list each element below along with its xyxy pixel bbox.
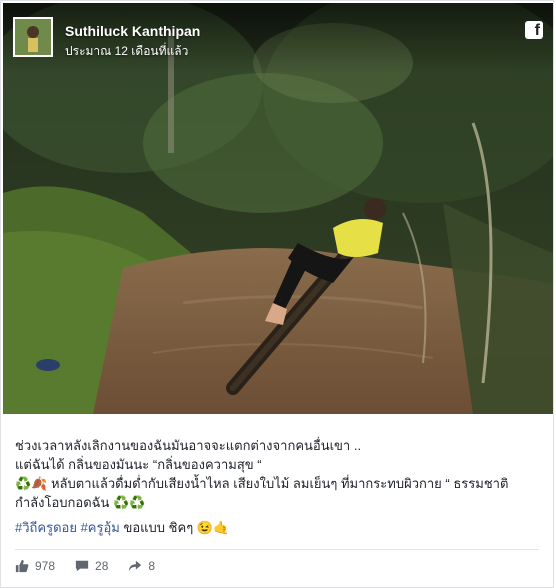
post-line: ♻️🍂 หลับตาแล้วดื่มด่ำกับเสียงน้ำไหล เสีย… xyxy=(15,474,543,493)
post-line: แต่ฉันได้ กลิ่นของมันนะ “กลิ่นของความสุข… xyxy=(15,457,262,472)
post-line: ช่วงเวลาหลังเลิกงานของฉันมันอาจจะแตกต่าง… xyxy=(15,438,362,453)
post-line: #วิถีครูดอย #ครูอุ้ม ขอแบบ ชิคๆ 😉🤙 xyxy=(15,518,543,537)
comment-icon xyxy=(75,560,89,572)
hashtag-link[interactable]: #ครูอุ้ม xyxy=(81,520,120,535)
comments-count: 28 xyxy=(95,559,109,573)
post-photo[interactable]: Suthiluck Kanthipan ประมาณ 12 เดือนที่แล… xyxy=(3,3,553,414)
wink-hand-emoji-icon: 😉🤙 xyxy=(196,520,230,535)
recycle-emoji-icon: ♻️♻️ xyxy=(113,495,146,510)
author-avatar[interactable] xyxy=(13,17,53,57)
likes-stat[interactable]: 978 xyxy=(15,559,55,573)
facebook-icon[interactable]: f xyxy=(525,21,543,39)
shares-stat[interactable]: 8 xyxy=(128,559,155,573)
recycle-leaf-emoji-icon: ♻️🍂 xyxy=(15,476,48,491)
post-timestamp[interactable]: ประมาณ 12 เดือนที่แล้ว xyxy=(65,42,188,61)
post-line-text: ขอแบบ ชิคๆ xyxy=(119,520,197,535)
hashtag-link[interactable]: #วิถีครูดอย xyxy=(15,520,77,535)
comments-stat[interactable]: 28 xyxy=(75,559,108,573)
post-card: Suthiluck Kanthipan ประมาณ 12 เดือนที่แล… xyxy=(0,0,554,588)
engagement-stats: 978 28 8 xyxy=(15,559,155,573)
thumbs-up-icon xyxy=(15,559,29,573)
post-text: ช่วงเวลาหลังเลิกงานของฉันมันอาจจะแตกต่าง… xyxy=(15,436,543,537)
shares-count: 8 xyxy=(148,559,156,573)
share-icon xyxy=(129,560,142,572)
post-line: กำลังโอบกอดฉัน ♻️♻️ xyxy=(15,493,543,512)
stats-divider xyxy=(15,549,539,550)
post-line-text: กำลังโอบกอดฉัน xyxy=(15,495,114,510)
likes-count: 978 xyxy=(35,559,56,573)
author-name[interactable]: Suthiluck Kanthipan xyxy=(65,23,200,39)
post-line-text: หลับตาแล้วดื่มด่ำกับเสียงน้ำไหล เสียงใบไ… xyxy=(47,476,509,491)
